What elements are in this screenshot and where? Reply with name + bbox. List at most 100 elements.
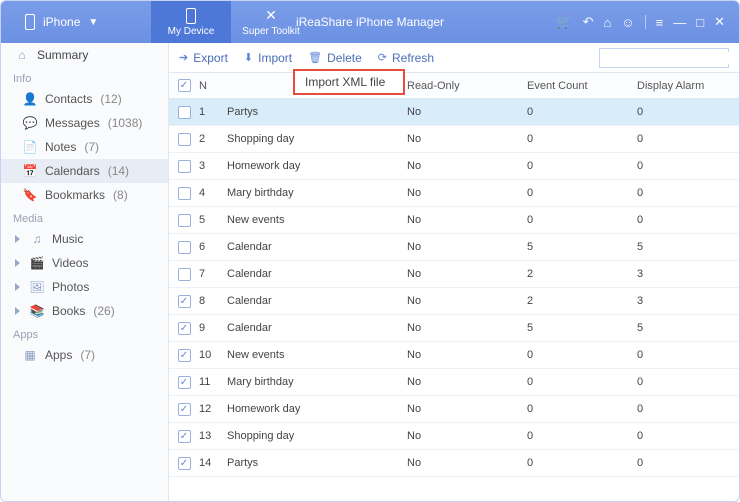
- row-checkbox[interactable]: [178, 160, 191, 173]
- cell-readonly: No: [407, 295, 527, 307]
- home-icon[interactable]: ⌂: [604, 15, 612, 30]
- row-checkbox[interactable]: [178, 268, 191, 281]
- select-all-checkbox[interactable]: [178, 79, 191, 92]
- device-selector[interactable]: iPhone ▼: [15, 10, 108, 34]
- row-checkbox[interactable]: [178, 133, 191, 146]
- sidebar-item-videos[interactable]: 🎬Videos: [1, 251, 168, 275]
- import-button[interactable]: ⬇ Import: [244, 51, 292, 65]
- row-checkbox[interactable]: [178, 295, 191, 308]
- table-row[interactable]: 10New eventsNo00: [169, 342, 739, 369]
- row-checkbox[interactable]: [178, 349, 191, 362]
- table-row[interactable]: 14PartysNo00: [169, 450, 739, 477]
- table-row[interactable]: 2Shopping dayNo00: [169, 126, 739, 153]
- table-row[interactable]: 13Shopping dayNo00: [169, 423, 739, 450]
- row-checkbox[interactable]: [178, 403, 191, 416]
- row-checkbox[interactable]: [178, 106, 191, 119]
- sidebar-item-contacts[interactable]: 👤Contacts (12): [1, 87, 168, 111]
- sidebar-item-count: (1038): [108, 116, 143, 130]
- table-row[interactable]: 1PartysNo00: [169, 99, 739, 126]
- row-checkbox[interactable]: [178, 187, 191, 200]
- cell-index: 1: [199, 106, 227, 118]
- back-icon[interactable]: ↶: [583, 14, 594, 30]
- feedback-icon[interactable]: ☺: [621, 15, 634, 30]
- cart-icon[interactable]: 🛒: [556, 14, 572, 30]
- delete-button[interactable]: 🗑 Delete: [308, 51, 362, 65]
- cell-name: Calendar: [227, 241, 407, 253]
- main-tabs: My Device ✕ Super Toolkit: [151, 1, 311, 43]
- table-row[interactable]: 11Mary birthdayNo00: [169, 369, 739, 396]
- col-readonly-header[interactable]: Read-Only: [407, 80, 527, 92]
- table-row[interactable]: 6CalendarNo55: [169, 234, 739, 261]
- cell-index: 4: [199, 187, 227, 199]
- col-eventcount-header[interactable]: Event Count: [527, 80, 637, 92]
- item-icon: 🔖: [23, 188, 37, 202]
- cell-displayalarm: 0: [637, 214, 739, 226]
- tab-my-device[interactable]: My Device: [151, 1, 231, 43]
- search-input[interactable]: [604, 52, 740, 64]
- sidebar-item-calendars[interactable]: 📅Calendars (14): [1, 159, 168, 183]
- cell-readonly: No: [407, 457, 527, 469]
- table-row[interactable]: 7CalendarNo23: [169, 261, 739, 288]
- row-checkbox[interactable]: [178, 457, 191, 470]
- sidebar-heading-media: Media: [1, 207, 168, 227]
- cell-readonly: No: [407, 322, 527, 334]
- export-button[interactable]: ➔ Export: [179, 51, 228, 65]
- row-checkbox[interactable]: [178, 430, 191, 443]
- separator: [645, 15, 646, 29]
- maximize-icon[interactable]: □: [696, 15, 704, 30]
- row-checkbox[interactable]: [178, 322, 191, 335]
- col-displayalarm-header[interactable]: Display Alarm: [637, 80, 739, 92]
- cell-displayalarm: 0: [637, 133, 739, 145]
- cell-index: 11: [199, 376, 227, 388]
- refresh-button[interactable]: ⟳ Refresh: [378, 51, 434, 65]
- cell-readonly: No: [407, 376, 527, 388]
- cell-displayalarm: 5: [637, 322, 739, 334]
- cell-displayalarm: 0: [637, 160, 739, 172]
- item-icon: ▦: [23, 348, 37, 362]
- cell-eventcount: 0: [527, 214, 637, 226]
- cell-eventcount: 0: [527, 430, 637, 442]
- sidebar: ⌂ Summary Info 👤Contacts (12)💬Messages (…: [1, 43, 169, 501]
- sidebar-item-books[interactable]: 📚Books (26): [1, 299, 168, 323]
- search-box[interactable]: 🔍: [599, 48, 729, 68]
- row-checkbox[interactable]: [178, 241, 191, 254]
- sidebar-item-label: Contacts: [45, 92, 92, 106]
- cell-readonly: No: [407, 268, 527, 280]
- dropdown-item-import-xml[interactable]: Import XML file: [295, 71, 403, 93]
- sidebar-item-apps[interactable]: ▦Apps (7): [1, 343, 168, 367]
- table-row[interactable]: 5New eventsNo00: [169, 207, 739, 234]
- cell-name: Homework day: [227, 403, 407, 415]
- cell-displayalarm: 0: [637, 187, 739, 199]
- sidebar-item-count: (8): [113, 188, 128, 202]
- close-icon[interactable]: ✕: [714, 14, 725, 30]
- cell-readonly: No: [407, 349, 527, 361]
- row-checkbox[interactable]: [178, 214, 191, 227]
- sidebar-item-messages[interactable]: 💬Messages (1038): [1, 111, 168, 135]
- item-icon: 🎬: [30, 256, 44, 270]
- cell-name: Partys: [227, 106, 407, 118]
- cell-displayalarm: 3: [637, 295, 739, 307]
- cell-displayalarm: 3: [637, 268, 739, 280]
- sidebar-item-label: Calendars: [45, 164, 100, 178]
- sidebar-item-photos[interactable]: 🖼Photos: [1, 275, 168, 299]
- sidebar-item-bookmarks[interactable]: 🔖Bookmarks (8): [1, 183, 168, 207]
- table-row[interactable]: 3Homework dayNo00: [169, 153, 739, 180]
- window-title: iReaShare iPhone Manager: [296, 15, 444, 29]
- table-row[interactable]: 9CalendarNo55: [169, 315, 739, 342]
- cell-index: 7: [199, 268, 227, 280]
- cell-name: Calendar: [227, 268, 407, 280]
- cell-name: New events: [227, 214, 407, 226]
- sidebar-item-label: Photos: [52, 280, 89, 294]
- table-row[interactable]: 4Mary birthdayNo00: [169, 180, 739, 207]
- table-row[interactable]: 12Homework dayNo00: [169, 396, 739, 423]
- col-name-header[interactable]: N: [199, 80, 227, 92]
- menu-icon[interactable]: ≡: [656, 15, 664, 30]
- sidebar-item-summary[interactable]: ⌂ Summary: [1, 43, 168, 67]
- sidebar-item-music[interactable]: ♫Music: [1, 227, 168, 251]
- button-label: Refresh: [392, 51, 434, 65]
- table-row[interactable]: 8CalendarNo23: [169, 288, 739, 315]
- sidebar-item-count: (7): [84, 140, 99, 154]
- row-checkbox[interactable]: [178, 376, 191, 389]
- minimize-icon[interactable]: —: [673, 15, 686, 30]
- sidebar-item-notes[interactable]: 📄Notes (7): [1, 135, 168, 159]
